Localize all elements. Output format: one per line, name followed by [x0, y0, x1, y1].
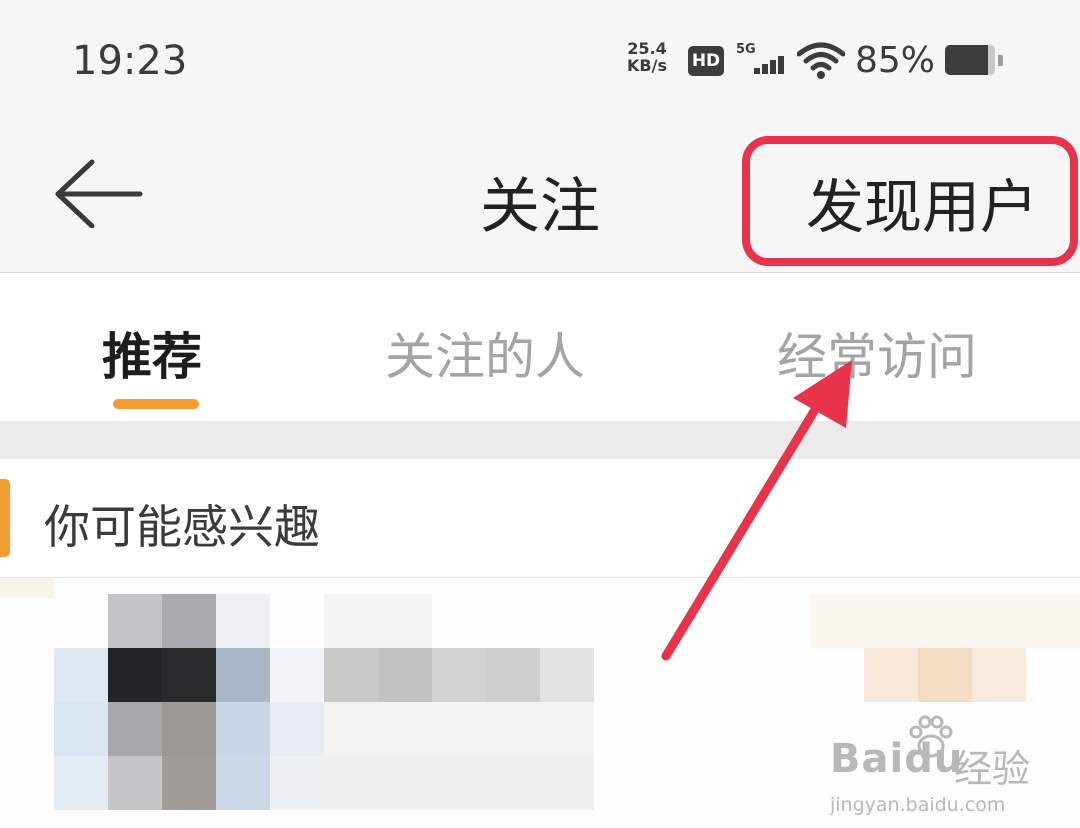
- mosaic-block: [216, 756, 270, 810]
- mosaic-block: [270, 648, 324, 702]
- tab-frequent[interactable]: 经常访问: [777, 317, 977, 389]
- mosaic-block: [810, 594, 1080, 648]
- mosaic-block: [54, 756, 108, 810]
- mosaic-block: [378, 648, 432, 702]
- mosaic-block: [486, 648, 540, 702]
- battery-percent: 85%: [855, 40, 936, 81]
- status-bar: 19:23 25.4 KB/s HD 5G 85%: [0, 0, 1080, 120]
- mosaic-block: [108, 648, 162, 702]
- mosaic-block: [108, 756, 162, 810]
- section-title: 你可能感兴趣: [44, 500, 320, 554]
- mosaic-block: [432, 648, 486, 702]
- mosaic-block: [324, 594, 432, 648]
- section-accent-bar: [0, 479, 10, 557]
- tab-bar: 推荐 关注的人 经常访问: [0, 273, 1080, 421]
- section-header: 你可能感兴趣: [0, 459, 1080, 578]
- mosaic-block: [216, 648, 270, 702]
- tab-following[interactable]: 关注的人: [385, 317, 585, 389]
- signal-5g-icon: 5G: [736, 42, 784, 76]
- mosaic-block: [54, 648, 108, 702]
- mosaic-block: [108, 702, 162, 756]
- network-speed: 25.4 KB/s: [627, 40, 667, 74]
- section-divider: [0, 421, 1080, 459]
- back-arrow-icon[interactable]: [52, 158, 144, 228]
- tab-recommend[interactable]: 推荐: [102, 317, 202, 389]
- mosaic-block: [324, 756, 594, 810]
- mosaic-block: [324, 702, 594, 756]
- mosaic-block: [216, 594, 270, 648]
- mosaic-block: [324, 648, 378, 702]
- mosaic-block: [270, 756, 324, 810]
- mosaic-block: [162, 594, 216, 648]
- mosaic-block: [108, 594, 162, 648]
- mosaic-block: [972, 648, 1026, 702]
- mosaic-block: [162, 702, 216, 756]
- network-speed-value: 25.4: [627, 39, 667, 58]
- status-time: 19:23: [72, 38, 188, 84]
- mosaic-block: [540, 648, 594, 702]
- suggested-user-card[interactable]: [0, 578, 1080, 828]
- active-tab-indicator: [113, 399, 199, 409]
- network-speed-unit: KB/s: [627, 56, 667, 75]
- mosaic-block: [864, 648, 918, 702]
- battery-icon: [945, 45, 1003, 75]
- network-type-label: 5G: [736, 42, 756, 57]
- hd-icon: HD: [688, 46, 724, 76]
- mosaic-block: [270, 702, 324, 756]
- mosaic-block: [216, 702, 270, 756]
- mosaic-block: [918, 648, 972, 702]
- mosaic-block: [54, 702, 108, 756]
- mosaic-block: [162, 756, 216, 810]
- annotation-highlight-box: [742, 136, 1078, 266]
- mosaic-block: [0, 578, 54, 598]
- wifi-icon: [797, 42, 845, 79]
- mosaic-block: [162, 648, 216, 702]
